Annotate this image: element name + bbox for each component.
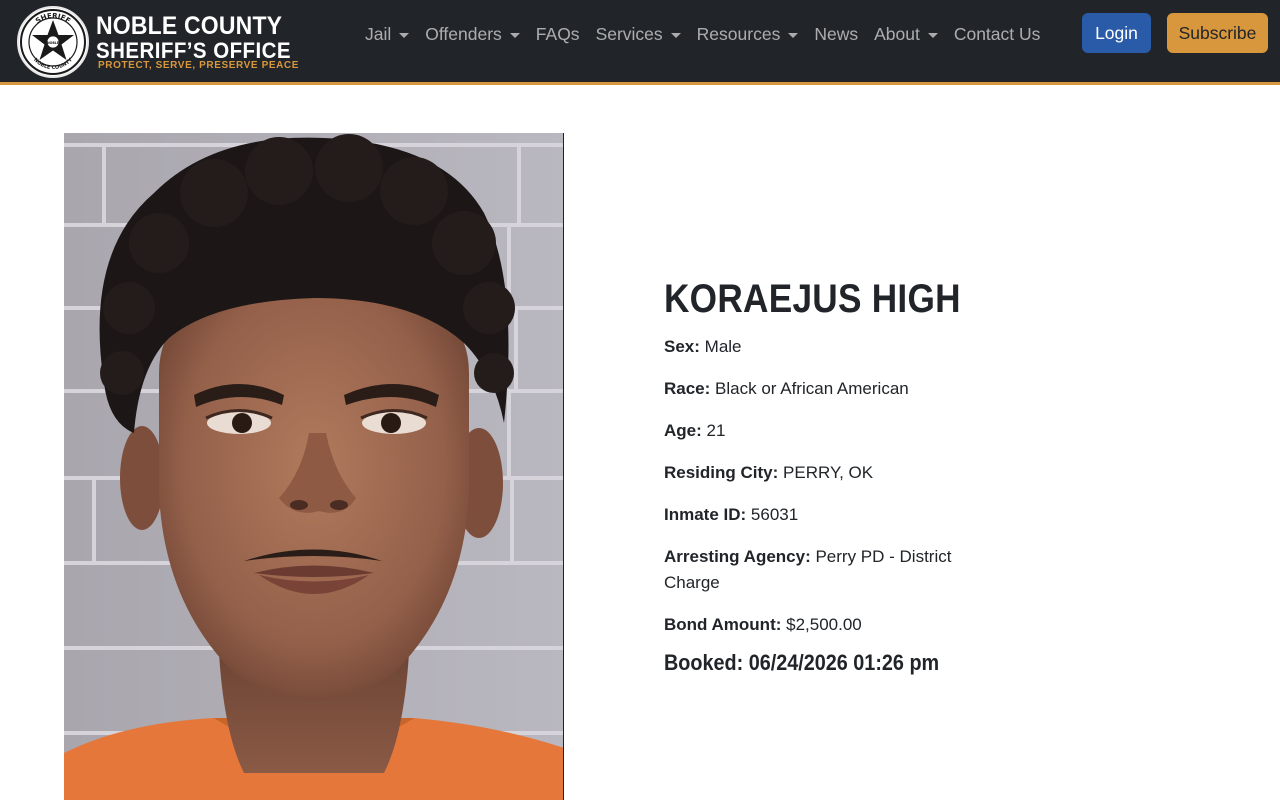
nav-item-offenders[interactable]: Offenders (425, 24, 520, 45)
nav-item-news[interactable]: News (814, 24, 858, 45)
field-age: Age: 21 (664, 418, 984, 444)
field-label: Race: (664, 379, 711, 398)
field-value: 56031 (750, 505, 799, 524)
nav-item-jail[interactable]: Jail (365, 23, 410, 45)
field-label: Arresting Agency: (664, 547, 811, 566)
nav-item-label: Contact Us (953, 23, 1041, 44)
field-label: Bond Amount: (664, 615, 782, 634)
nav-item-label: News (814, 23, 859, 44)
field-inmate-id: Inmate ID: 56031 (664, 502, 984, 528)
caret-down-icon (399, 32, 410, 38)
field-residing-city: Residing City: PERRY, OK (664, 460, 984, 486)
field-race: Race: Black or African American (664, 376, 984, 402)
top-navbar: SHERIFF NOBLE COUNTY NOBLE NOBLE COUNTY … (0, 0, 1280, 85)
seal-center-text: NOBLE (47, 41, 59, 45)
nav-item-label: About (874, 23, 920, 44)
nav-item-label: Jail (365, 23, 392, 44)
caret-down-icon (788, 32, 799, 38)
field-label: Inmate ID: (664, 505, 747, 524)
field-value: 21 (706, 421, 726, 440)
field-label: Sex: (664, 337, 700, 356)
nav-item-label: Resources (696, 23, 781, 44)
field-bond-amount: Bond Amount: $2,500.00 (664, 612, 984, 638)
field-label: Age: (664, 421, 702, 440)
nav-item-label: Services (595, 23, 663, 44)
field-value: Male (704, 337, 742, 356)
field-value: $2,500.00 (786, 615, 862, 634)
nav-item-label: Offenders (425, 23, 502, 44)
brand-title-county: NOBLE COUNTY (96, 12, 283, 40)
caret-down-icon (927, 32, 938, 38)
inmate-name: KORAEJUS HIGH (664, 277, 961, 321)
field-value: Black or African American (715, 379, 909, 398)
subscribe-button[interactable]: Subscribe (1167, 13, 1268, 53)
login-button[interactable]: Login (1082, 13, 1151, 53)
inmate-mugshot-photo (64, 133, 564, 800)
nav-item-label: FAQs (535, 23, 580, 44)
brand-tagline: PROTECT, SERVE, PRESERVE PEACE (98, 60, 300, 71)
brand-logo-link[interactable]: SHERIFF NOBLE COUNTY NOBLE NOBLE COUNTY … (14, 4, 314, 80)
caret-down-icon (509, 32, 520, 38)
field-label: Residing City: (664, 463, 779, 482)
sheriff-star-seal-icon: SHERIFF NOBLE COUNTY NOBLE (17, 6, 89, 78)
nav-item-about[interactable]: About (874, 24, 938, 45)
main-nav: Jail Offenders FAQs Services Resources N… (365, 21, 1056, 47)
caret-down-icon (670, 32, 681, 38)
inmate-details: KORAEJUS HIGH Sex: Male Race: Black or A… (664, 270, 984, 676)
nav-item-contact-us[interactable]: Contact Us (954, 24, 1041, 45)
nav-item-services[interactable]: Services (596, 24, 681, 45)
field-sex: Sex: Male (664, 334, 984, 360)
nav-item-faqs[interactable]: FAQs (536, 24, 580, 45)
nav-item-resources[interactable]: Resources (697, 24, 799, 45)
field-arresting-agency: Arresting Agency: Perry PD - District Ch… (664, 544, 984, 596)
field-value: PERRY, OK (783, 463, 874, 482)
booked-datetime: Booked: 06/24/2026 01:26 pm (664, 650, 940, 675)
